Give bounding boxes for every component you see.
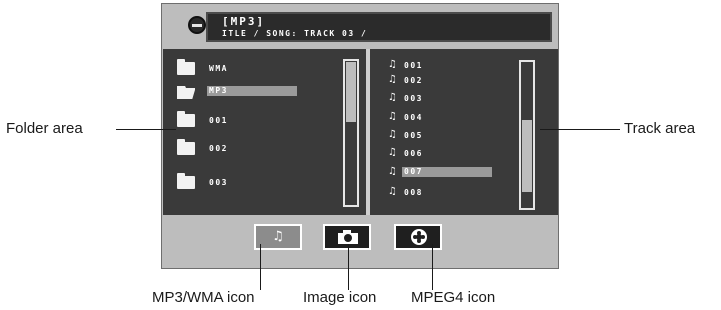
mpeg4-button[interactable] [394,224,442,250]
player-screen: [MP3] ITLE / SONG: TRACK 03 / WMA MP3 00… [161,3,559,269]
track-item-006[interactable]: ♫ 006 [388,147,528,161]
track-scrollbar[interactable] [519,60,535,210]
folder-item-002[interactable]: 002 [177,139,345,159]
film-reel-icon [411,229,427,245]
folder-open-icon [177,86,195,99]
folder-scrollbar[interactable] [343,59,359,207]
mpeg4-icon-leader [432,244,433,290]
track-item-008[interactable]: ♫ 008 [388,186,528,200]
media-type-bar: ♫ [162,215,558,268]
image-icon-leader [348,244,349,290]
track-area-label: Track area [624,120,696,137]
music-note-icon: ♫ [388,59,397,70]
media-type-title: [MP3] [222,15,266,28]
folder-scroll-thumb[interactable] [346,62,356,122]
track-item-001[interactable]: ♫ 001 [388,59,528,73]
now-playing-box: [MP3] ITLE / SONG: TRACK 03 / [206,12,552,42]
music-note-icon: ♫ [388,74,397,85]
track-item-007[interactable]: ♫ 007 [388,166,528,180]
music-note-icon: ♫ [388,129,397,140]
music-note-icon: ♫ [272,229,284,244]
folder-item-wma[interactable]: WMA [177,59,345,79]
track-label: 003 [404,94,423,103]
track-item-005[interactable]: ♫ 005 [388,129,528,143]
folder-item-mp3[interactable]: MP3 [177,85,345,103]
music-note-icon: ♫ [388,186,397,197]
track-label: 008 [404,188,423,197]
track-label: 004 [404,113,423,122]
track-item-004[interactable]: ♫ 004 [388,111,528,125]
folder-area-label: Folder area [6,120,83,137]
song-info: ITLE / SONG: TRACK 03 / [222,29,368,38]
track-label: 001 [404,61,423,70]
folder-item-001[interactable]: 001 [177,111,345,131]
folder-label: 003 [209,178,228,187]
folder-area: WMA MP3 001 002 003 [163,49,366,215]
image-button[interactable] [323,224,371,250]
track-area: ♫ 001 ♫ 002 ♫ 003 ♫ 004 ♫ 005 ♫ 006 ♫ 00… [370,49,558,215]
folder-label: WMA [209,64,228,73]
track-label: 007 [402,167,492,177]
mp3-wma-icon-label: MP3/WMA icon [152,289,255,306]
folder-icon [177,173,195,189]
mp3-wma-button[interactable]: ♫ [254,224,302,250]
folder-icon [177,139,195,155]
folder-label: MP3 [207,86,297,96]
disc-icon [188,16,206,34]
track-item-003[interactable]: ♫ 003 [388,92,528,106]
image-icon-label: Image icon [303,289,377,306]
mp3-wma-leader [260,244,261,290]
header-bar: [MP3] ITLE / SONG: TRACK 03 / [162,4,558,48]
folder-label: 001 [209,116,228,125]
folder-label: 002 [209,144,228,153]
folder-icon [177,59,195,75]
mpeg4-icon-label: MPEG4 icon [411,289,496,306]
track-item-002[interactable]: ♫ 002 [388,74,528,88]
music-note-icon: ♫ [388,111,397,122]
music-note-icon: ♫ [388,92,397,103]
music-note-icon: ♫ [388,147,397,158]
folder-icon [177,111,195,127]
folder-area-leader [116,129,176,130]
track-label: 005 [404,131,423,140]
folder-item-003[interactable]: 003 [177,173,345,193]
track-scroll-thumb[interactable] [522,120,532,192]
track-area-leader [540,129,620,130]
track-label: 002 [404,76,423,85]
music-note-icon: ♫ [388,166,397,177]
track-label: 006 [404,149,423,158]
